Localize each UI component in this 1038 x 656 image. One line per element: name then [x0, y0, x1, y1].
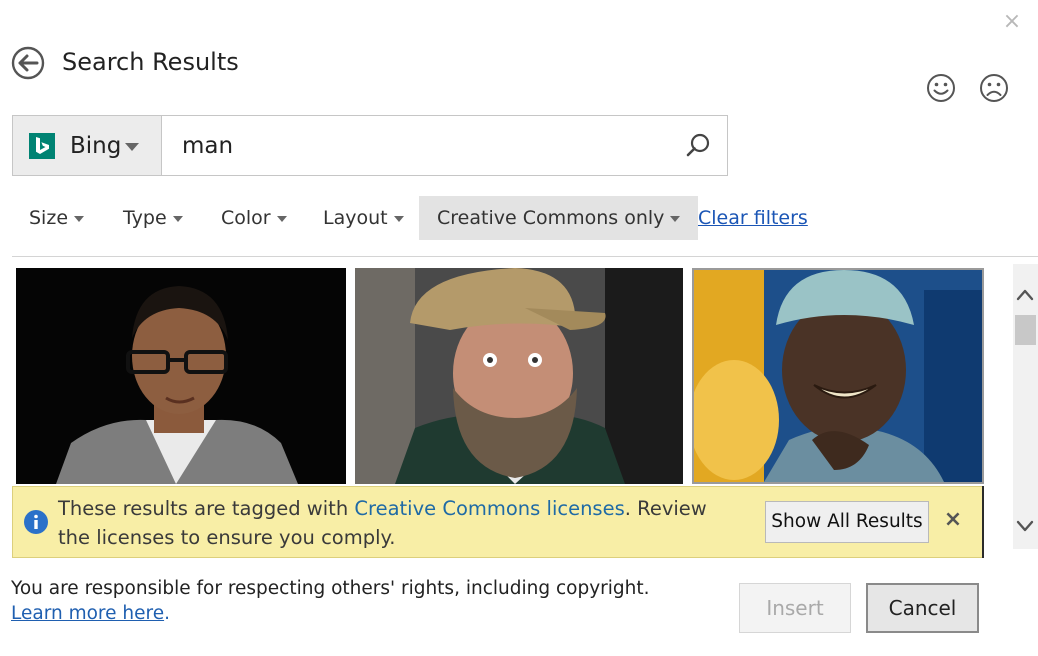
- learn-more-line: Learn more here.: [11, 601, 170, 627]
- result-image: [16, 268, 346, 484]
- filter-license-label: Creative Commons only: [437, 207, 665, 229]
- info-message: These results are tagged with Creative C…: [58, 494, 728, 552]
- search-engine-dropdown[interactable]: Bing: [12, 115, 162, 176]
- search-engine-label: Bing: [70, 133, 122, 159]
- chevron-up-icon: [1016, 289, 1034, 301]
- filter-type-label: Type: [123, 207, 167, 229]
- chevron-down-icon: [670, 216, 681, 222]
- divider: [982, 486, 984, 558]
- bing-logo-icon: [29, 133, 55, 159]
- search-query-text[interactable]: man: [182, 130, 233, 162]
- smile-feedback-button[interactable]: [925, 72, 957, 104]
- chevron-down-icon: [74, 216, 85, 222]
- insert-button[interactable]: Insert: [739, 583, 851, 633]
- rights-notice: You are responsible for respecting other…: [11, 578, 650, 599]
- filter-color-dropdown[interactable]: Color: [221, 196, 287, 240]
- result-image: [694, 270, 982, 482]
- show-all-results-button[interactable]: Show All Results: [765, 501, 929, 543]
- filter-size-label: Size: [29, 207, 69, 229]
- frown-icon: [980, 74, 1008, 102]
- frown-feedback-button[interactable]: [978, 72, 1010, 104]
- image-result[interactable]: [355, 268, 683, 484]
- image-result[interactable]: [692, 268, 984, 484]
- search-icon: [686, 133, 710, 157]
- cancel-button[interactable]: Cancel: [866, 583, 979, 633]
- divider: [12, 256, 1038, 257]
- search-button[interactable]: [682, 130, 714, 162]
- learn-more-suffix: .: [164, 603, 170, 624]
- filter-layout-label: Layout: [323, 207, 388, 229]
- info-text-before: These results are tagged with: [58, 497, 355, 520]
- license-info-bar: These results are tagged with Creative C…: [12, 486, 984, 558]
- filter-size-dropdown[interactable]: Size: [29, 196, 85, 240]
- chevron-down-icon: [393, 216, 404, 222]
- close-info-bar-button[interactable]: ×: [941, 505, 965, 535]
- learn-more-link[interactable]: Learn more here: [11, 603, 164, 624]
- filter-color-label: Color: [221, 207, 271, 229]
- image-result[interactable]: [16, 268, 346, 484]
- filter-layout-dropdown[interactable]: Layout: [323, 196, 404, 240]
- back-arrow-icon: [11, 46, 45, 80]
- filter-type-dropdown[interactable]: Type: [123, 196, 183, 240]
- search-input[interactable]: man: [161, 115, 728, 176]
- scroll-down-button[interactable]: [1012, 513, 1038, 539]
- result-image: [355, 268, 683, 484]
- chevron-down-icon: [172, 216, 183, 222]
- creative-commons-licenses-link[interactable]: Creative Commons licenses: [354, 497, 624, 520]
- chevron-down-icon: [125, 143, 139, 151]
- chevron-down-icon: [276, 216, 287, 222]
- chevron-down-icon: [1016, 520, 1034, 532]
- filter-license-dropdown[interactable]: Creative Commons only: [419, 196, 699, 240]
- page-title: Search Results: [62, 48, 239, 76]
- scrollbar-thumb[interactable]: [1015, 315, 1036, 345]
- smile-icon: [927, 74, 955, 102]
- back-button[interactable]: [11, 46, 45, 80]
- scroll-up-button[interactable]: [1012, 282, 1038, 308]
- close-dialog-button[interactable]: ×: [1000, 10, 1024, 34]
- info-icon: [24, 510, 48, 534]
- clear-filters-link[interactable]: Clear filters: [698, 196, 808, 240]
